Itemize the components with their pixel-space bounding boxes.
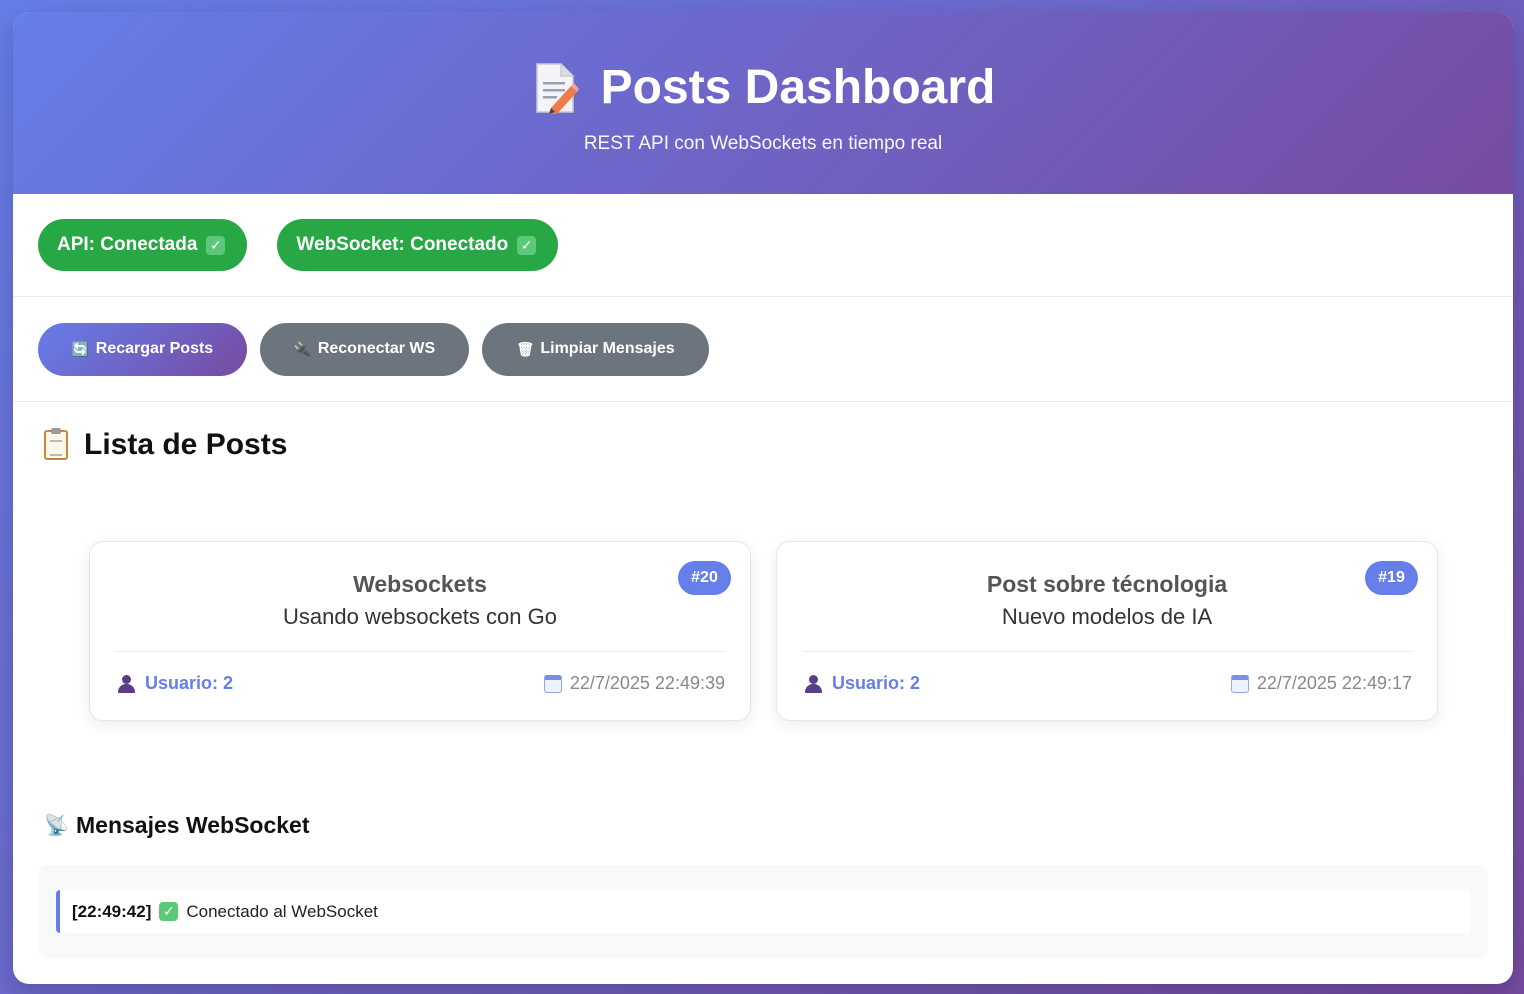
ws-status-badge: WebSocket: Conectado ✓ <box>277 219 559 271</box>
post-title: Websockets <box>353 571 487 597</box>
message-timestamp: [22:49:42] <box>72 901 152 921</box>
message-text: Conectado al WebSocket <box>186 901 378 921</box>
plug-icon: 🔌 <box>293 340 312 357</box>
user-icon <box>805 674 822 693</box>
post-date: 22/7/2025 22:49:39 <box>543 673 725 694</box>
check-icon: ✓ <box>517 235 537 255</box>
card-divider <box>802 651 1412 652</box>
post-date-label: 22/7/2025 22:49:39 <box>569 673 725 693</box>
post-body: Usando websockets con Go <box>283 604 557 629</box>
post-user-label: Usuario: 2 <box>832 673 921 693</box>
reconnect-ws-label: Reconectar WS <box>317 340 436 357</box>
trash-icon: 🗑 <box>516 340 535 357</box>
clear-messages-button[interactable]: 🗑 Limpiar Mensajes <box>482 322 709 376</box>
calendar-icon <box>543 674 562 693</box>
check-icon: ✓ <box>206 235 226 255</box>
ws-message: [22:49:42] ✓ Conectado al WebSocket <box>56 890 1470 933</box>
post-user: Usuario: 2 <box>118 673 233 694</box>
posts-section-title-text: Lista de Posts <box>84 428 288 461</box>
ws-section-title: 📡 Mensajes WebSocket <box>44 812 310 839</box>
check-icon: ✓ <box>159 902 179 921</box>
header: Posts Dashboard REST API con WebSockets … <box>13 12 1513 194</box>
status-bar: API: Conectada ✓ WebSocket: Conectado ✓ <box>13 194 1513 297</box>
satellite-icon: 📡 <box>44 815 69 837</box>
refresh-icon: 🔄 <box>71 340 90 357</box>
page-title: Posts Dashboard <box>13 60 1513 115</box>
page-title-text: Posts Dashboard <box>600 61 996 114</box>
post-card: Websockets Usando websockets con Go #20 … <box>89 541 751 721</box>
post-body: Nuevo modelos de IA <box>1001 604 1213 629</box>
post-card: Post sobre técnologia Nuevo modelos de I… <box>776 541 1438 721</box>
ws-status-label: WebSocket: Conectado <box>296 234 509 255</box>
post-user-label: Usuario: 2 <box>145 673 234 693</box>
reload-posts-button[interactable]: 🔄 Recargar Posts <box>38 322 247 376</box>
ws-messages-panel[interactable]: [22:49:42] ✓ Conectado al WebSocket <box>38 865 1488 958</box>
api-status-label: API: Conectada <box>57 234 198 255</box>
ws-section-title-text: Mensajes WebSocket <box>76 812 310 838</box>
action-bar: 🔄 Recargar Posts 🔌 Reconectar WS 🗑 Limpi… <box>13 297 1513 402</box>
post-id-badge: #20 <box>678 561 731 595</box>
posts-section-title: Lista de Posts <box>44 428 287 462</box>
reconnect-ws-button[interactable]: 🔌 Reconectar WS <box>260 322 469 376</box>
clear-messages-label: Limpiar Mensajes <box>540 340 675 357</box>
clipboard-icon <box>44 428 68 460</box>
card-divider <box>115 651 725 652</box>
user-icon <box>118 674 135 693</box>
post-date: 22/7/2025 22:49:17 <box>1230 673 1412 694</box>
memo-icon <box>531 62 579 114</box>
post-title: Post sobre técnologia <box>986 571 1228 597</box>
calendar-icon <box>1230 674 1249 693</box>
page-subtitle: REST API con WebSockets en tiempo real <box>583 133 943 154</box>
post-date-label: 22/7/2025 22:49:17 <box>1256 673 1412 693</box>
dashboard-container: Posts Dashboard REST API con WebSockets … <box>13 12 1513 984</box>
reload-posts-label: Recargar Posts <box>95 340 214 357</box>
post-user: Usuario: 2 <box>805 673 920 694</box>
post-id-badge: #19 <box>1365 561 1418 595</box>
api-status-badge: API: Conectada ✓ <box>38 219 248 271</box>
